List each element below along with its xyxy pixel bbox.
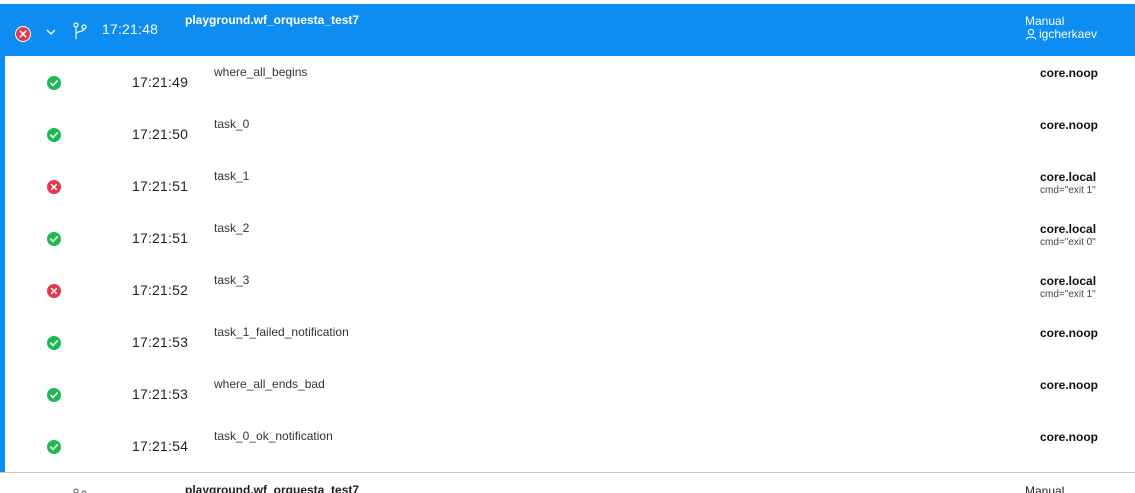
workflow-branch-icon: [73, 22, 87, 39]
execution-mode: Manual: [1025, 14, 1065, 28]
task-action: core.noop: [1040, 118, 1099, 132]
success-check-icon: [47, 128, 61, 142]
execution-header[interactable]: 17:21:48 playground.wf_orquesta_test7 Ma…: [0, 4, 1135, 56]
task-time: 17:21:49: [132, 74, 189, 90]
task-time: 17:21:51: [132, 178, 189, 194]
task-action: core.noop: [1040, 326, 1099, 340]
task-name[interactable]: where_all_begins: [214, 65, 307, 79]
task-row[interactable]: 17:21:51 task_1 core.local cmd="exit 1": [5, 160, 1135, 212]
task-row[interactable]: 17:21:54 task_0_ok_notification core.noo…: [5, 420, 1135, 472]
error-circle-icon: [15, 26, 31, 42]
task-time: 17:21:51: [132, 230, 189, 246]
task-time: 17:21:53: [132, 386, 189, 402]
task-time: 17:21:54: [132, 438, 189, 454]
execution-row-next[interactable]: playground.wf_orquesta_test7 Manual: [0, 473, 1135, 493]
execution-title[interactable]: playground.wf_orquesta_test7: [185, 483, 359, 493]
success-check-icon: [47, 440, 61, 454]
task-list: 17:21:49 where_all_begins core.noop 17:2…: [0, 56, 1135, 472]
failure-cross-icon: [47, 284, 61, 298]
task-action: core.local: [1040, 274, 1097, 288]
task-row[interactable]: 17:21:50 task_0 core.noop: [5, 108, 1135, 160]
task-time: 17:21:53: [132, 334, 189, 350]
task-action: core.local: [1040, 222, 1097, 236]
task-time: 17:21:50: [132, 126, 189, 142]
task-param: cmd="exit 1": [1040, 289, 1096, 300]
chevron-down-icon[interactable]: [45, 26, 57, 38]
execution-username: igcherkaev: [1039, 27, 1098, 41]
execution-start-time: 17:21:48: [102, 21, 159, 37]
task-param: cmd="exit 1": [1040, 185, 1096, 196]
task-name[interactable]: task_1_failed_notification: [214, 325, 349, 339]
success-check-icon: [47, 388, 61, 402]
task-action: core.noop: [1040, 378, 1099, 392]
task-row[interactable]: 17:21:52 task_3 core.local cmd="exit 1": [5, 264, 1135, 316]
user-icon: [1025, 28, 1037, 40]
execution-user: igcherkaev: [1025, 27, 1097, 41]
task-name[interactable]: where_all_ends_bad: [214, 377, 325, 391]
failure-cross-icon: [47, 180, 61, 194]
task-param: cmd="exit 0": [1040, 237, 1096, 248]
workflow-branch-icon: [73, 488, 87, 493]
task-action: core.noop: [1040, 430, 1099, 444]
success-check-icon: [47, 76, 61, 90]
task-name[interactable]: task_0: [214, 117, 249, 131]
success-check-icon: [47, 336, 61, 350]
task-name[interactable]: task_1: [214, 169, 249, 183]
task-name[interactable]: task_2: [214, 221, 249, 235]
task-name[interactable]: task_0_ok_notification: [214, 429, 333, 443]
task-time: 17:21:52: [132, 282, 189, 298]
task-action: core.noop: [1040, 66, 1099, 80]
task-name[interactable]: task_3: [214, 273, 249, 287]
task-row[interactable]: 17:21:53 where_all_ends_bad core.noop: [5, 368, 1135, 420]
execution-mode: Manual: [1025, 484, 1065, 493]
task-row[interactable]: 17:21:53 task_1_failed_notification core…: [5, 316, 1135, 368]
execution-title[interactable]: playground.wf_orquesta_test7: [185, 13, 359, 27]
task-action: core.local: [1040, 170, 1097, 184]
success-check-icon: [47, 232, 61, 246]
task-row[interactable]: 17:21:49 where_all_begins core.noop: [5, 56, 1135, 108]
task-row[interactable]: 17:21:51 task_2 core.local cmd="exit 0": [5, 212, 1135, 264]
